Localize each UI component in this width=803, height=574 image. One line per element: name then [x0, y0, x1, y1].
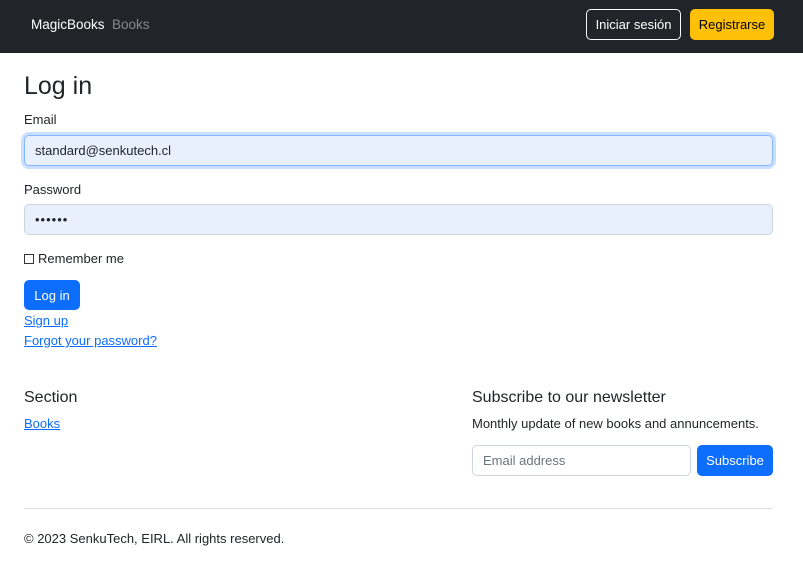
page-title: Log in: [24, 72, 93, 100]
footer-section-title: Section: [24, 389, 78, 406]
iniciar-sesion-button[interactable]: Iniciar sesión: [586, 9, 681, 40]
sign-up-link[interactable]: Sign up: [24, 313, 68, 328]
remember-me-label[interactable]: Remember me: [38, 251, 124, 266]
registrarse-button[interactable]: Registrarse: [690, 9, 774, 40]
brand-logo[interactable]: MagicBooks: [31, 17, 105, 32]
subscribe-button[interactable]: Subscribe: [697, 445, 773, 476]
login-submit-button[interactable]: Log in: [24, 280, 80, 310]
email-label: Email: [24, 112, 57, 127]
remember-me-checkbox[interactable]: [24, 253, 34, 264]
forgot-password-link[interactable]: Forgot your password?: [24, 333, 157, 348]
remember-me-row: Remember me: [24, 251, 124, 266]
password-field[interactable]: [24, 204, 773, 235]
newsletter-description: Monthly update of new books and annuncem…: [472, 416, 759, 431]
copyright-text: © 2023 SenkuTech, EIRL. All rights reser…: [24, 531, 285, 546]
top-navbar: MagicBooks Books Iniciar sesión Registra…: [0, 0, 803, 53]
password-label: Password: [24, 182, 82, 197]
nav-link-books[interactable]: Books: [112, 17, 150, 32]
newsletter-email-input[interactable]: [472, 445, 691, 476]
newsletter-title: Subscribe to our newsletter: [472, 389, 666, 406]
email-field[interactable]: [24, 135, 773, 166]
footer-books-link[interactable]: Books: [24, 416, 60, 431]
footer-divider: [24, 508, 773, 509]
